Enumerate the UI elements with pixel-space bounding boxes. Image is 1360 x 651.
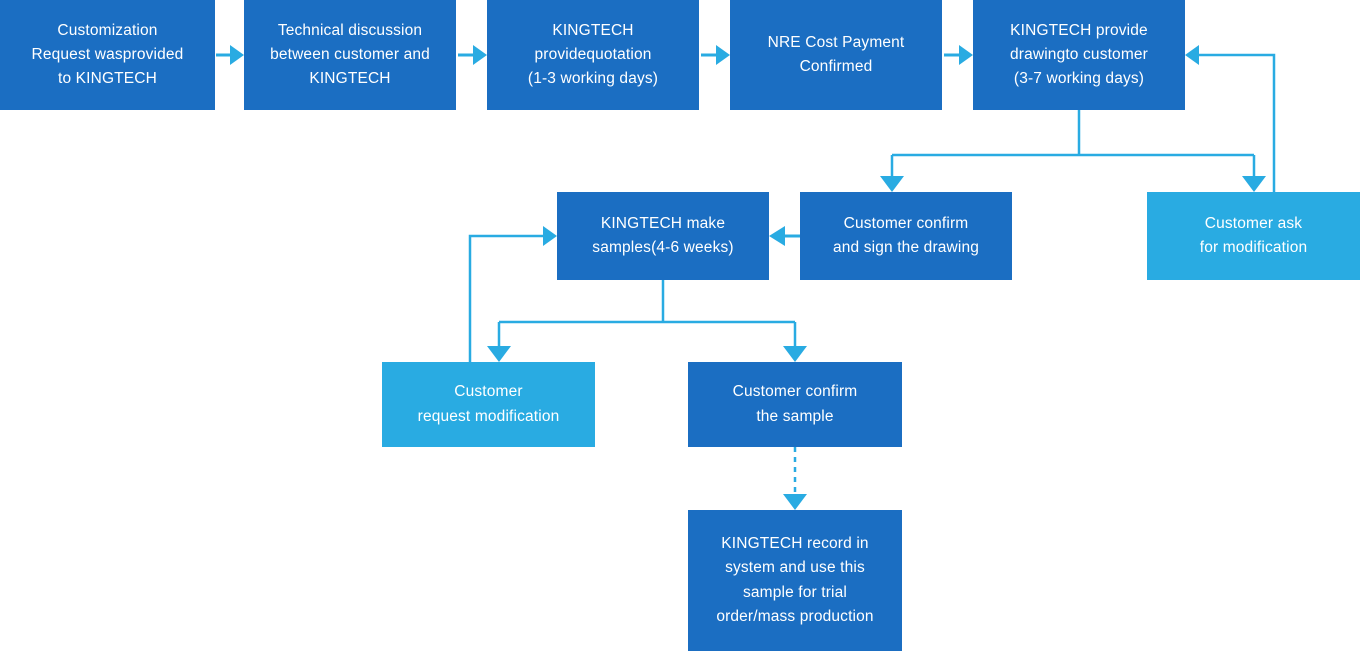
node-confirm-sample[interactable]: Customer confirm the sample — [688, 362, 902, 447]
arrow-request-to-technical — [216, 45, 244, 65]
node-provide-drawing[interactable]: KINGTECH provide drawingto customer (3-7… — [973, 0, 1185, 110]
node-confirm-drawing[interactable]: Customer confirm and sign the drawing — [800, 192, 1012, 280]
connector-samples-branch — [487, 280, 807, 362]
node-make-samples[interactable]: KINGTECH make samples(4-6 weeks) — [557, 192, 769, 280]
node-request[interactable]: Customization Request wasprovided to KIN… — [0, 0, 215, 110]
node-make-samples-label: KINGTECH make samples(4-6 weeks) — [592, 214, 734, 256]
flowchart-canvas: Customization Request wasprovided to KIN… — [0, 0, 1360, 651]
node-ask-modification-label: Customer ask for modification — [1199, 214, 1308, 256]
arrow-nre-to-drawing — [944, 45, 973, 65]
node-confirm-drawing-label: Customer confirm and sign the drawing — [832, 214, 980, 256]
node-provide-drawing-label: KINGTECH provide drawingto customer (3-7… — [1010, 21, 1148, 87]
node-confirm-sample-label: Customer confirm the sample — [732, 383, 858, 425]
node-quotation-label: KINGTECH providequotation (1-3 working d… — [527, 21, 659, 87]
node-nre-cost-label: NRE Cost Payment Confirmed — [767, 33, 905, 75]
arrow-technical-to-quotation — [458, 45, 487, 65]
node-request-modification-label: Customer request modification — [417, 383, 560, 425]
node-quotation[interactable]: KINGTECH providequotation (1-3 working d… — [487, 0, 699, 110]
arrow-confirm-drawing-to-samples — [769, 226, 800, 246]
node-record-in-system[interactable]: KINGTECH record in system and use this s… — [688, 510, 902, 651]
node-nre-cost[interactable]: NRE Cost Payment Confirmed — [730, 0, 942, 110]
node-request-label: Customization Request wasprovided to KIN… — [31, 21, 184, 87]
connector-confirm-sample-to-record — [783, 447, 807, 510]
node-request-modification[interactable]: Customer request modification — [382, 362, 595, 447]
node-technical-discussion-label: Technical discussion between customer an… — [270, 21, 430, 87]
arrow-quotation-to-nre — [701, 45, 730, 65]
node-ask-modification[interactable]: Customer ask for modification — [1147, 192, 1360, 280]
connector-ask-modification-feedback — [1185, 45, 1276, 192]
node-record-in-system-label: KINGTECH record in system and use this s… — [716, 535, 874, 625]
node-technical-discussion[interactable]: Technical discussion between customer an… — [244, 0, 456, 110]
connector-drawing-branch — [880, 110, 1266, 192]
connector-request-modification-feedback — [468, 226, 557, 362]
